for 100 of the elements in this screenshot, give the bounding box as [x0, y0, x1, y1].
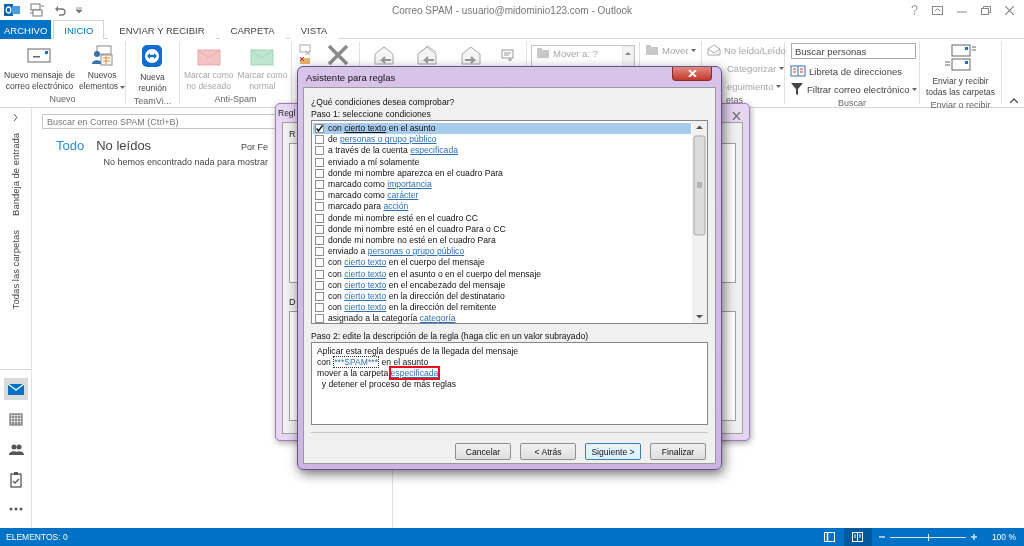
checkbox[interactable] [315, 247, 324, 257]
condition-row[interactable]: con cierto texto en el asunto [313, 123, 691, 135]
ribbon-tab[interactable]: ARCHIVO [0, 20, 52, 39]
condition-link[interactable]: carácter [387, 190, 419, 201]
condition-label: con cierto texto en el asunto o en el cuerpo del mensaje [328, 268, 542, 280]
sort-button[interactable]: Por Fe [241, 142, 268, 152]
checkbox[interactable] [315, 314, 324, 324]
condition-row[interactable]: donde mi nombre esté en el cuadro Para o CC [313, 223, 691, 235]
checkbox[interactable] [315, 180, 324, 190]
condition-link[interactable]: categoría [419, 313, 456, 324]
undo-icon[interactable] [54, 4, 66, 16]
filter-tab[interactable]: No leídos [96, 138, 152, 153]
condition-label: donde mi nombre esté en el cuadro CC [328, 212, 478, 224]
condition-row[interactable]: marcado como importancia [313, 178, 691, 191]
condition-link[interactable]: cierto texto [344, 290, 387, 301]
condition-label: marcado como importancia [328, 179, 432, 191]
condition-row[interactable]: con cierto texto en el asunto o en el cuerpo del mensaje [313, 268, 691, 280]
condition-row[interactable]: con cierto texto en la dirección del destinatario [313, 290, 691, 302]
condition-link[interactable]: importancia [387, 179, 432, 190]
zoom-in-icon[interactable] [969, 533, 978, 541]
condition-row[interactable]: enviado a personas o grupo público [313, 246, 691, 258]
expand-icon[interactable] [13, 114, 18, 121]
mail-module-button[interactable] [3, 378, 28, 400]
search-people-field[interactable]: Buscar personas [791, 43, 916, 59]
reading-view-icon [852, 532, 864, 542]
calendar-icon [6, 410, 25, 428]
condition-link[interactable]: cierto texto [344, 302, 387, 313]
condition-row[interactable]: a través de la cuenta especificada [313, 145, 691, 157]
collapse-ribbon-icon[interactable] [1010, 98, 1018, 103]
send-receive-icon[interactable] [30, 3, 44, 17]
condition-label: donde mi nombre no esté en el cuadro Para [328, 234, 496, 246]
condition-link[interactable]: personas o grupo público [339, 134, 437, 145]
condition-label: asignado a la categoría categoría [328, 313, 456, 325]
condition-row[interactable]: asignado a la categoría categoría [313, 313, 691, 325]
dialog-button[interactable]: Siguiente > [585, 443, 641, 460]
condition-link[interactable]: cierto texto [344, 268, 387, 279]
condition-link[interactable]: acción [383, 201, 409, 212]
checkbox[interactable] [315, 191, 324, 201]
condition-link[interactable]: cierto texto [344, 279, 387, 290]
customize-caret-icon[interactable] [76, 6, 82, 14]
folder-tab[interactable]: Todas las carpetas [10, 227, 21, 312]
rule-description-line: con ***SPAM*** en el asunto [317, 357, 429, 368]
checkbox[interactable] [315, 224, 324, 234]
restore-icon[interactable] [981, 5, 991, 15]
rule-link[interactable]: especificada [390, 368, 439, 378]
condition-row[interactable]: donde mi nombre no esté en el cuadro Para [313, 234, 691, 247]
condition-link[interactable]: personas o grupo público [367, 246, 465, 257]
condition-label: donde mi nombre aparezca en el cuadro Para [328, 167, 503, 179]
envelopes-icon [943, 43, 978, 73]
checkbox[interactable] [315, 146, 324, 156]
close-icon[interactable] [732, 112, 741, 120]
reading-view-button[interactable] [843, 528, 872, 546]
condition-row[interactable]: enviado a mí solamente [313, 156, 691, 168]
condition-row[interactable]: con cierto texto en el cuerpo del mensaje [313, 257, 691, 269]
checkbox[interactable] [315, 291, 324, 301]
rule-description-line: Aplicar esta regla después de la llegada del mensaje [317, 346, 519, 357]
dialog-button[interactable]: Finalizar [650, 443, 706, 460]
checkbox[interactable] [315, 303, 324, 313]
condition-row[interactable]: con cierto texto en la dirección del remitente [313, 302, 691, 314]
ribbon-command[interactable]: Filtrar correo electrónico [788, 81, 920, 97]
new-mail-button[interactable]: Nuevo mensaje de correo electrónico [3, 42, 76, 93]
folder-tab[interactable]: Bandeja de entrada [10, 131, 21, 218]
send-receive-button[interactable]: Enviar y recibir todas las carpetas [925, 42, 996, 99]
condition-row[interactable]: marcado como carácter [313, 190, 691, 202]
zoom-out-icon[interactable] [877, 533, 886, 541]
condition-row[interactable]: de personas o grupo público [313, 134, 691, 146]
condition-row[interactable]: donde mi nombre esté en el cuadro CC [313, 212, 691, 224]
teamviewer-button[interactable]: Nueva reunión [137, 42, 168, 95]
new-items-button[interactable]: Nuevos elementos [77, 42, 127, 93]
help-icon[interactable] [911, 5, 918, 15]
checkbox[interactable] [315, 213, 324, 223]
value-link[interactable]: ***SPAM*** [333, 356, 380, 368]
filter-tab[interactable]: Todo [56, 138, 85, 153]
ribbon-command[interactable]: Libreta de direcciones [788, 63, 904, 79]
checkbox[interactable] [315, 258, 324, 268]
checkbox[interactable] [315, 280, 324, 290]
checkbox[interactable] [315, 235, 324, 245]
checkbox[interactable] [315, 168, 324, 178]
ribbon-display-icon[interactable] [932, 5, 943, 15]
condition-link[interactable]: cierto texto [344, 257, 387, 268]
app-logo [4, 3, 20, 17]
envelope-icon [707, 44, 721, 56]
close-icon[interactable] [1005, 5, 1014, 15]
checkbox[interactable] [315, 269, 324, 279]
ribbon-tab[interactable]: INICIO [53, 20, 105, 39]
checkbox[interactable] [315, 157, 324, 167]
dialog-button[interactable]: < Atrás [520, 443, 576, 460]
ignore-icon [299, 43, 314, 67]
condition-row[interactable]: con cierto texto en el encabezado del mensaje [313, 279, 691, 291]
condition-link[interactable]: especificada [410, 145, 458, 156]
group-label: Nuevo [49, 93, 76, 105]
close-button[interactable] [672, 67, 712, 81]
scrollbar[interactable] [692, 121, 707, 323]
dialog-button[interactable]: Cancelar [455, 443, 511, 460]
checkbox[interactable] [315, 202, 324, 212]
condition-row[interactable]: donde mi nombre aparezca en el cuadro Para [313, 167, 691, 179]
checkbox[interactable] [315, 124, 324, 134]
checkbox[interactable] [315, 135, 324, 145]
condition-row[interactable]: marcado para acción [313, 201, 691, 213]
rule-description-line: y detener el proceso de más reglas [320, 379, 456, 390]
